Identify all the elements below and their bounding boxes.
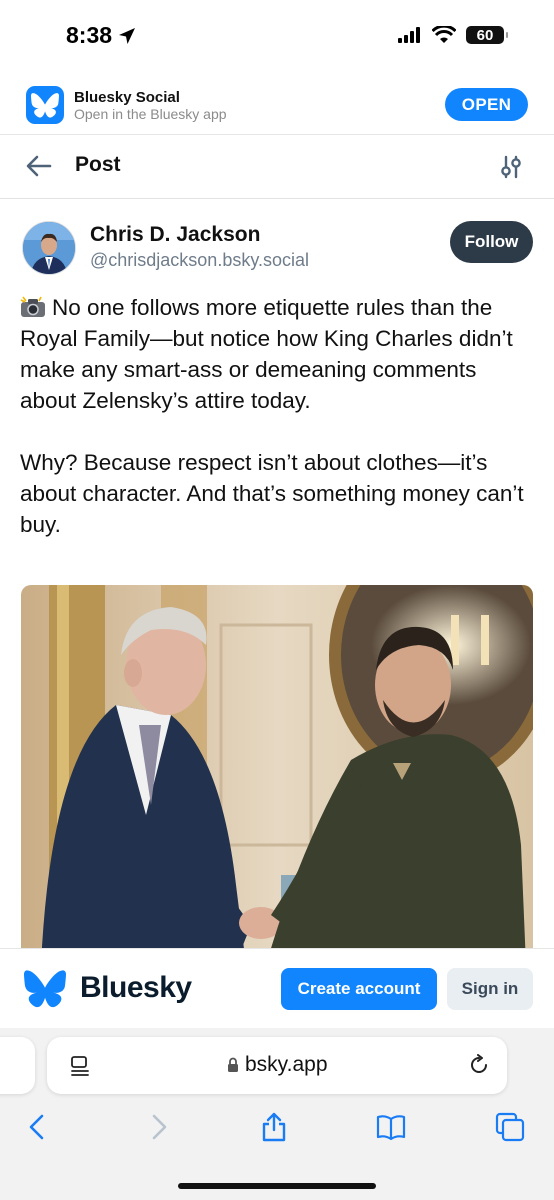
forward-icon[interactable]: [142, 1111, 174, 1143]
previous-tab-preview[interactable]: [0, 1037, 35, 1094]
status-indicators: 60: [398, 26, 508, 44]
bluesky-app-icon[interactable]: [26, 86, 64, 124]
banner-app-name: Bluesky Social: [74, 89, 180, 106]
signal-icon: [398, 27, 420, 43]
banner-subtitle: Open in the Bluesky app: [74, 106, 227, 122]
battery-icon: 60: [466, 26, 508, 44]
back-icon[interactable]: [22, 1111, 54, 1143]
reload-icon[interactable]: [468, 1054, 490, 1076]
bluesky-butterfly-icon: [24, 970, 66, 1008]
page-menu-icon[interactable]: [69, 1055, 91, 1077]
avatar[interactable]: [22, 221, 76, 275]
status-time: 8:38: [66, 22, 136, 49]
sliders-icon[interactable]: [500, 155, 522, 179]
tabs-icon[interactable]: [494, 1111, 526, 1143]
address-bar[interactable]: bsky.app: [47, 1037, 507, 1094]
browser-toolbar: bsky.app: [0, 1028, 554, 1200]
author-handle[interactable]: @chrisdjackson.bsky.social: [90, 250, 309, 271]
open-app-button[interactable]: OPEN: [445, 88, 528, 121]
post-paragraph-2: Why? Because respect isn’t about clothes…: [20, 450, 524, 537]
post-header: Post: [0, 134, 554, 199]
share-icon[interactable]: [258, 1111, 290, 1143]
sign-in-button[interactable]: Sign in: [447, 968, 533, 1010]
wifi-icon: [432, 26, 456, 43]
back-arrow-icon[interactable]: [26, 154, 52, 178]
location-arrow-icon: [119, 27, 136, 44]
lock-icon: [228, 1057, 238, 1072]
url-text: bsky.app: [245, 1053, 328, 1076]
camera-flash-icon: [20, 296, 45, 317]
time-text: 8:38: [66, 22, 113, 48]
battery-level: 60: [476, 26, 494, 44]
post-paragraph-1: No one follows more etiquette rules than…: [20, 292, 535, 416]
home-indicator[interactable]: [178, 1183, 376, 1189]
page-title: Post: [75, 153, 121, 176]
follow-button[interactable]: Follow: [450, 221, 533, 263]
signup-bar: Bluesky Create account Sign in: [0, 948, 554, 1030]
author-name[interactable]: Chris D. Jackson: [90, 223, 260, 247]
post-text: No one follows more etiquette rules than…: [20, 292, 535, 540]
post-image[interactable]: [21, 585, 533, 965]
app-banner: Bluesky Social Open in the Bluesky app O…: [0, 72, 554, 135]
create-account-button[interactable]: Create account: [281, 968, 437, 1010]
bookmarks-icon[interactable]: [375, 1111, 407, 1143]
bluesky-logo-text: Bluesky: [80, 971, 192, 1004]
post-paragraph-1-text: No one follows more etiquette rules than…: [20, 295, 513, 413]
